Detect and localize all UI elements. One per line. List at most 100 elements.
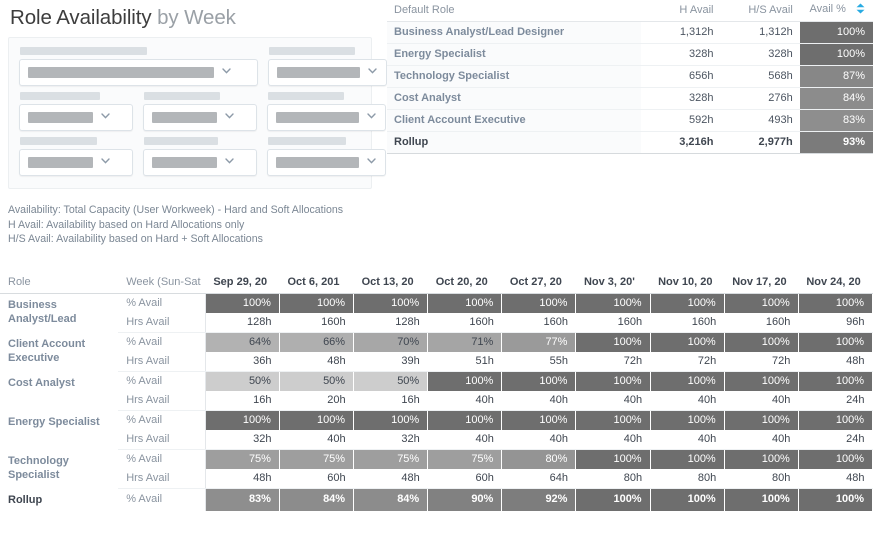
- page-title: Role Availability by Week: [0, 0, 380, 36]
- table-row[interactable]: Hrs Avail 32h 40h 32h 40h 40h 40h 40h 40h 24h: [0, 430, 873, 450]
- summary-col-h-avail[interactable]: H Avail: [641, 0, 721, 22]
- detail-pct-cell: 71%: [427, 332, 503, 352]
- table-row[interactable]: Hrs Avail 48h 60h 48h 60h 64h 80h 80h 80h 48h: [0, 469, 873, 489]
- chevron-down-icon[interactable]: [365, 154, 379, 172]
- filter-group-3-3: [267, 137, 386, 176]
- table-row[interactable]: Business Analyst/Lead Designer 1,312h 1,31…: [387, 21, 873, 44]
- chevron-down-icon[interactable]: [366, 64, 380, 82]
- detail-grid-wrapper: Role Week (Sun-Sat Sep 29, 20 Oct 6, 201 Oct…: [0, 272, 873, 511]
- detail-hrs-cell: 60h: [279, 469, 354, 489]
- filter-label-redacted: [20, 47, 147, 55]
- detail-hrs-cell: 24h: [798, 430, 873, 450]
- detail-col-week-9[interactable]: Nov 24, 20: [798, 272, 873, 294]
- filter-group-2-3: [267, 92, 386, 131]
- filter-dropdown[interactable]: [143, 104, 257, 131]
- filter-value-redacted: [276, 112, 359, 123]
- detail-col-week-4[interactable]: Oct 20, 20: [427, 272, 502, 294]
- chevron-down-icon[interactable]: [99, 109, 113, 127]
- detail-rollup-pct-row[interactable]: Rollup% Avail 83% 84% 84% 90% 92% 100% 100% 100%…: [0, 488, 873, 511]
- summary-rollup-row[interactable]: Rollup 3,216h 2,977h 93%: [387, 131, 873, 154]
- table-row[interactable]: Client Account Executive 592h 493h 83%: [387, 109, 873, 132]
- table-row[interactable]: Technology Specialist% Avail 75% 75% 75% 75% 8…: [0, 449, 873, 481]
- summary-hs-avail: 493h: [720, 109, 800, 132]
- table-row[interactable]: Energy Specialist 328h 328h 100%: [387, 43, 873, 66]
- detail-hrs-cell: 16h: [205, 391, 280, 411]
- table-row[interactable]: Hrs Avail 16h 20h 16h 40h 40h 40h 40h 40h 24h: [0, 391, 873, 411]
- detail-pct-cell: 77%: [501, 332, 577, 352]
- filter-label-redacted: [144, 92, 220, 100]
- detail-pct-cell: 100%: [575, 410, 651, 430]
- summary-col-default-role[interactable]: Default Role: [387, 0, 642, 22]
- detail-pct-cell: 70%: [353, 332, 429, 352]
- detail-pct-cell: 75%: [279, 449, 355, 469]
- table-row[interactable]: Energy Specialist% Avail 100% 100% 100% 100%…: [0, 410, 873, 430]
- detail-metric-pct-label: % Avail: [118, 293, 206, 313]
- detail-pct-cell: 100%: [575, 293, 651, 313]
- detail-pct-cell: 100%: [650, 371, 725, 391]
- detail-hrs-cell: 128h: [353, 313, 428, 333]
- detail-pct-cell: 80%: [501, 449, 577, 469]
- detail-hrs-cell: 48h: [205, 469, 280, 489]
- filter-dropdown[interactable]: [143, 149, 257, 176]
- detail-hrs-cell: 39h: [353, 352, 428, 372]
- detail-col-week-label[interactable]: Week (Sun-Sat: [118, 272, 206, 294]
- detail-pct-cell: 100%: [427, 293, 503, 313]
- chevron-down-icon[interactable]: [220, 64, 234, 82]
- detail-header-row: Role Week (Sun-Sat Sep 29, 20 Oct 6, 201 Oct…: [0, 272, 873, 294]
- chevron-down-icon[interactable]: [365, 109, 379, 127]
- filter-dropdown[interactable]: [268, 59, 387, 86]
- filter-value-redacted: [28, 157, 93, 168]
- detail-body: Business Analyst/Lead% Avail 100% 100% 100% 1…: [0, 293, 873, 511]
- detail-col-week-5[interactable]: Oct 27, 20: [501, 272, 576, 294]
- detail-hrs-cell: 160h: [650, 313, 725, 333]
- filter-dropdown[interactable]: [267, 104, 386, 131]
- detail-hrs-cell: 55h: [501, 352, 576, 372]
- sort-both-arrows-icon[interactable]: [855, 3, 866, 17]
- detail-hrs-cell: 20h: [279, 391, 354, 411]
- chevron-down-icon[interactable]: [99, 154, 113, 172]
- detail-pct-cell: 100%: [798, 293, 873, 313]
- detail-col-week-6[interactable]: Nov 3, 20': [575, 272, 651, 294]
- summary-role-name: Cost Analyst: [387, 87, 642, 110]
- table-row[interactable]: Client Account Executive% Avail 64% 66% 70% 7…: [0, 332, 873, 364]
- filter-dropdown[interactable]: [267, 149, 386, 176]
- summary-role-name: Rollup: [387, 131, 642, 154]
- detail-metric-hrs-label: Hrs Avail: [118, 430, 206, 450]
- detail-col-week-2[interactable]: Oct 6, 201: [279, 272, 354, 294]
- table-row[interactable]: Business Analyst/Lead% Avail 100% 100% 100% 1…: [0, 293, 873, 325]
- detail-pct-cell: 100%: [427, 371, 503, 391]
- table-row[interactable]: Cost Analyst% Avail 50% 50% 50% 100% 100% 100%…: [0, 371, 873, 391]
- detail-hrs-cell: 48h: [279, 352, 354, 372]
- table-row[interactable]: Hrs Avail 128h 160h 128h 160h 160h 160h 160h 160…: [0, 313, 873, 333]
- detail-col-week-1[interactable]: Sep 29, 20: [205, 272, 280, 294]
- detail-metric-pct-label: % Avail: [118, 449, 206, 469]
- detail-hrs-cell: 160h: [427, 313, 502, 333]
- summary-role-name: Client Account Executive: [387, 109, 642, 132]
- detail-pct-cell: 100%: [798, 371, 873, 391]
- summary-col-avail-pct[interactable]: Avail %: [799, 0, 873, 22]
- detail-pct-cell: 100%: [353, 293, 429, 313]
- filter-group-3-2: [143, 137, 257, 176]
- summary-col-hs-avail[interactable]: H/S Avail: [720, 0, 800, 22]
- detail-col-week-8[interactable]: Nov 17, 20: [724, 272, 799, 294]
- filter-dropdown[interactable]: [19, 149, 133, 176]
- detail-col-week-3[interactable]: Oct 13, 20: [353, 272, 428, 294]
- detail-hrs-cell: 40h: [724, 430, 799, 450]
- chevron-down-icon[interactable]: [223, 154, 237, 172]
- detail-pct-cell: 100%: [798, 488, 873, 511]
- table-row[interactable]: Hrs Avail 36h 48h 39h 51h 55h 72h 72h 72h 48h: [0, 352, 873, 372]
- detail-metric-hrs-label: Hrs Avail: [118, 391, 206, 411]
- chevron-down-icon[interactable]: [223, 109, 237, 127]
- detail-col-week-7[interactable]: Nov 10, 20: [650, 272, 725, 294]
- table-row[interactable]: Cost Analyst 328h 276h 84%: [387, 87, 873, 110]
- summary-avail-pct: 100%: [799, 21, 873, 44]
- detail-col-role[interactable]: Role: [0, 272, 119, 294]
- summary-col-avail-pct-label: Avail %: [809, 3, 846, 15]
- filter-dropdown[interactable]: [19, 104, 133, 131]
- detail-pct-cell: 100%: [205, 410, 280, 430]
- filter-row-1: [19, 47, 387, 86]
- summary-body: Business Analyst/Lead Designer 1,312h 1,31…: [387, 21, 873, 154]
- table-row[interactable]: Technology Specialist 656h 568h 87%: [387, 65, 873, 88]
- filter-dropdown[interactable]: [19, 59, 258, 86]
- detail-pct-cell: 100%: [724, 488, 799, 511]
